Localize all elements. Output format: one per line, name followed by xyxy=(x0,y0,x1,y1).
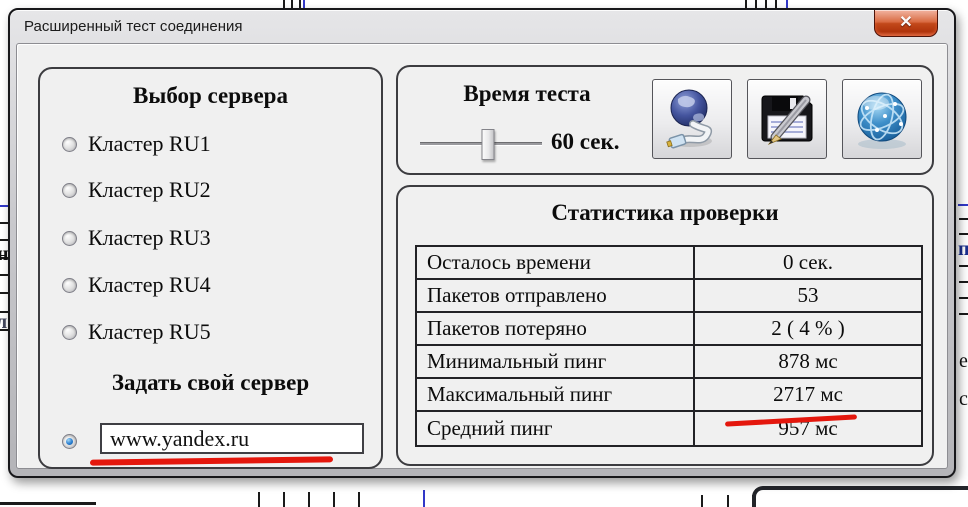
stat-value: 53 xyxy=(695,280,921,311)
radio-button[interactable] xyxy=(62,278,77,293)
close-icon: ✕ xyxy=(899,14,912,31)
custom-server-title: Задать свой сервер xyxy=(40,370,381,396)
stat-label: Пакетов потеряно xyxy=(417,313,695,344)
bg-letter: с xyxy=(959,388,968,411)
radio-label: Кластер RU5 xyxy=(88,319,211,345)
radio-button[interactable] xyxy=(62,183,77,198)
radio-label: Кластер RU4 xyxy=(88,272,211,298)
start-test-button[interactable] xyxy=(652,79,732,159)
radio-label: Кластер RU2 xyxy=(88,177,211,203)
radio-cluster-ru2[interactable]: Кластер RU2 xyxy=(62,178,211,202)
background-window-corner xyxy=(752,486,968,507)
server-panel: Выбор сервера Кластер RU1 Кластер RU2 Кл… xyxy=(38,67,383,469)
time-slider-thumb[interactable] xyxy=(482,129,495,160)
stat-label: Минимальный пинг xyxy=(417,346,695,377)
network-button[interactable] xyxy=(842,79,922,159)
server-panel-title: Выбор сервера xyxy=(40,83,381,109)
radio-button[interactable] xyxy=(62,231,77,246)
stat-value: 0 сек. xyxy=(695,247,921,278)
table-row: Пакетов отправлено 53 xyxy=(417,280,921,313)
test-time-panel: Время теста 60 сек. xyxy=(396,65,934,175)
dialog-content: Выбор сервера Кластер RU1 Кластер RU2 Кл… xyxy=(16,43,948,469)
radio-cluster-ru4[interactable]: Кластер RU4 xyxy=(62,273,211,297)
radio-cluster-ru5[interactable]: Кластер RU5 xyxy=(62,320,211,344)
bg-letter: л xyxy=(0,311,7,334)
stat-value: 878 мс xyxy=(695,346,921,377)
table-row: Максимальный пинг 2717 мс xyxy=(417,379,921,412)
floppy-pencil-icon xyxy=(755,87,819,151)
table-row: Осталось времени 0 сек. xyxy=(417,247,921,280)
dialog-window: Расширенный тест соединения ✕ Выбор серв… xyxy=(8,8,956,478)
stat-value: 2717 мс xyxy=(695,379,921,410)
stat-label: Максимальный пинг xyxy=(417,379,695,410)
window-title: Расширенный тест соединения xyxy=(24,18,243,35)
radio-label: Кластер RU3 xyxy=(88,225,211,251)
title-bar: Расширенный тест соединения ✕ xyxy=(10,10,954,43)
time-slider[interactable] xyxy=(420,142,542,146)
time-slider-value: 60 сек. xyxy=(551,129,619,155)
radio-button[interactable] xyxy=(62,434,77,449)
globe-cable-icon xyxy=(660,87,724,151)
close-button[interactable]: ✕ xyxy=(874,10,938,37)
stat-value: 2 ( 4 % ) xyxy=(695,313,921,344)
stat-label: Пакетов отправлено xyxy=(417,280,695,311)
radio-label: Кластер RU1 xyxy=(88,131,211,157)
screen: н л п е с Расширенный тест соединения ✕ xyxy=(0,0,968,507)
table-row: Минимальный пинг 878 мс xyxy=(417,346,921,379)
save-report-button[interactable] xyxy=(747,79,827,159)
radio-cluster-ru3[interactable]: Кластер RU3 xyxy=(62,226,211,250)
radio-button[interactable] xyxy=(62,325,77,340)
stat-label: Осталось времени xyxy=(417,247,695,278)
table-row: Пакетов потеряно 2 ( 4 % ) xyxy=(417,313,921,346)
stats-panel: Статистика проверки Осталось времени 0 с… xyxy=(396,185,934,466)
red-underline-annotation xyxy=(90,456,333,465)
radio-button[interactable] xyxy=(62,137,77,152)
bg-letter: е xyxy=(959,350,968,373)
custom-server-input[interactable] xyxy=(100,423,364,454)
bg-letter: п xyxy=(958,238,968,261)
radio-cluster-ru1[interactable]: Кластер RU1 xyxy=(62,132,211,156)
radio-custom-server[interactable] xyxy=(62,429,77,453)
network-globe-icon xyxy=(849,86,915,152)
test-time-title: Время теста xyxy=(408,81,646,107)
stat-label: Средний пинг xyxy=(417,412,695,445)
stats-panel-title: Статистика проверки xyxy=(398,200,932,226)
